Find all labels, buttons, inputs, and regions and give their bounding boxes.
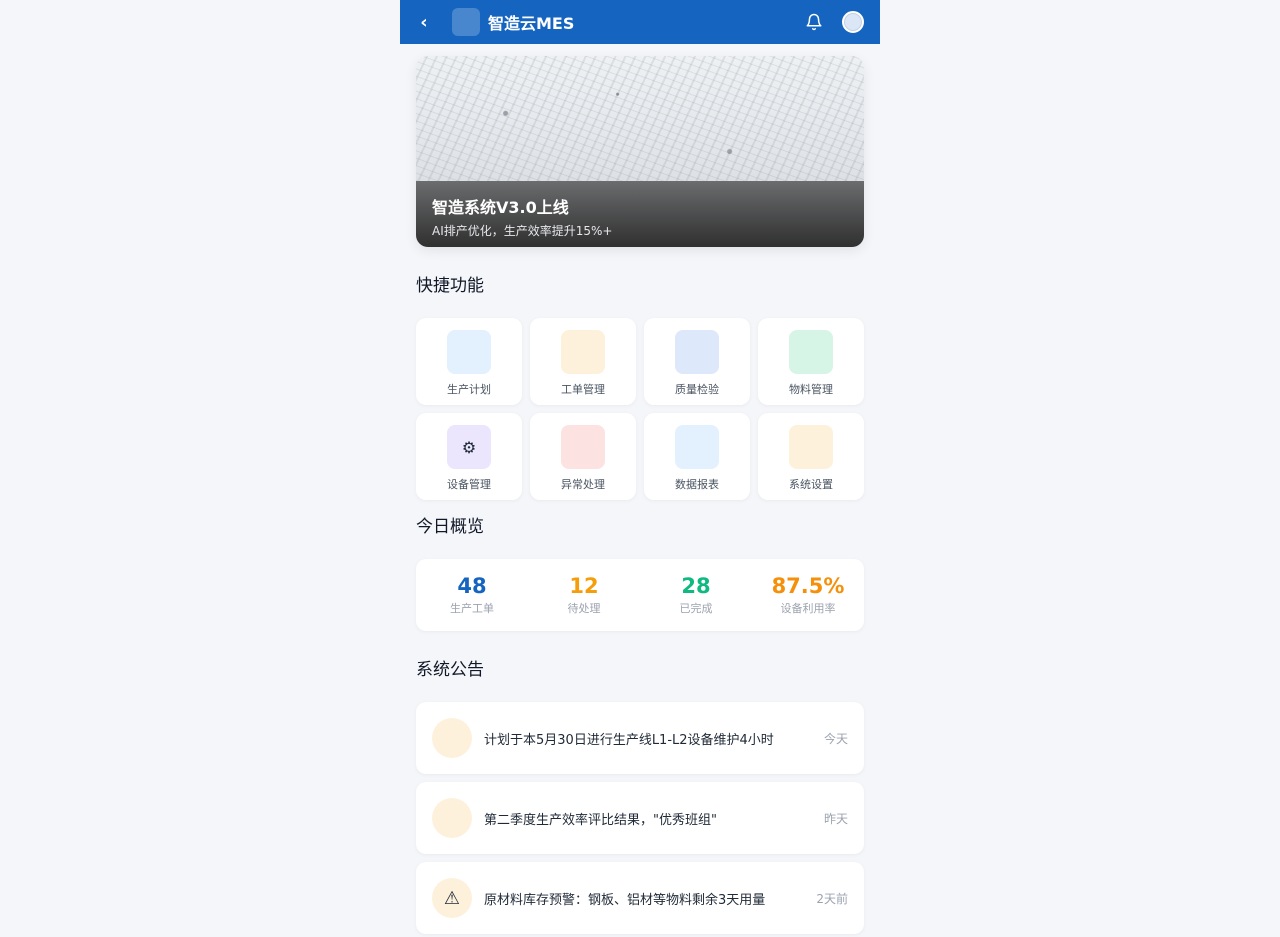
notice-time: 今天 [823,731,848,746]
quick-tile-label: 数据报表 [675,478,719,491]
app-title: 智造云MES [488,14,575,33]
logo-icon [452,8,480,36]
notices-title: 系统公告 [416,660,484,680]
stat-value: 48 [457,574,487,598]
material-icon [789,330,833,374]
quick-functions-title: 快捷功能 [416,276,484,296]
settings-icon [789,425,833,469]
quick-tile[interactable]: 数据报表 [644,413,750,500]
stat-item: 87.5% 设备利用率 [752,574,864,616]
quick-tile-label: 物料管理 [789,383,833,396]
overview-title: 今日概览 [416,517,484,537]
stat-label: 设备利用率 [780,602,836,615]
notice-text: 第二季度生产效率评比结果，"优秀班组" [484,812,717,828]
overview-stats: 48 生产工单 12 待处理 28 已完成 87.5% 设备利用率 [416,559,864,631]
stat-label: 待处理 [567,602,601,615]
banner-overlay: 智造系统V3.0上线 AI排产优化，生产效率提升15%+ [416,181,864,247]
banner-title: 智造系统V3.0上线 [432,198,569,217]
bell-icon[interactable] [804,12,824,32]
quality-icon [675,330,719,374]
notice-item[interactable]: 计划于本5月30日进行生产线L1-L2设备维护4小时 今天 [416,702,864,774]
plan-icon [447,330,491,374]
quick-tile-label: 系统设置 [789,478,833,491]
quick-tile[interactable]: 生产计划 [416,318,522,405]
avatar[interactable] [842,11,864,33]
notice-time: 昨天 [823,811,848,826]
top-bar: ‹ 智造云MES [400,0,880,44]
announcement-icon [432,798,472,838]
stat-item: 48 生产工单 [416,574,528,616]
stat-item: 12 待处理 [528,574,640,616]
notice-time: 2天前 [816,891,848,906]
alert-icon [561,425,605,469]
quick-tile[interactable]: 质量检验 [644,318,750,405]
report-icon [675,425,719,469]
workorder-icon [561,330,605,374]
quick-tile[interactable]: 异常处理 [530,413,636,500]
banner-image [416,56,864,181]
quick-tile[interactable]: 系统设置 [758,413,864,500]
notice-list: 计划于本5月30日进行生产线L1-L2设备维护4小时 今天第二季度生产效率评比结果… [416,702,864,934]
warning-icon: ⚠ [432,878,472,918]
quick-tile-label: 生产计划 [447,383,491,396]
stat-label: 生产工单 [450,602,494,615]
announcement-icon [432,718,472,758]
gear-icon: ⚙ [447,425,491,469]
notice-item[interactable]: ⚠ 原材料库存预警：钢板、铝材等物料剩余3天用量 2天前 [416,862,864,934]
notice-text: 原材料库存预警：钢板、铝材等物料剩余3天用量 [484,892,766,908]
quick-tile-label: 设备管理 [447,478,491,491]
quick-tile-label: 质量检验 [675,383,719,396]
stat-value: 12 [569,574,599,598]
promo-banner[interactable]: 智造系统V3.0上线 AI排产优化，生产效率提升15%+ [416,56,864,247]
quick-tile-label: 异常处理 [561,478,605,491]
stat-value: 28 [681,574,711,598]
quick-functions-grid: 生产计划 工单管理 质量检验 物料管理 ⚙ 设备管理 异常处理 数据报表 系统设置 [416,318,864,500]
quick-tile-label: 工单管理 [561,383,605,396]
quick-tile[interactable]: ⚙ 设备管理 [416,413,522,500]
quick-tile[interactable]: 物料管理 [758,318,864,405]
back-button[interactable]: ‹ [416,12,432,33]
stat-label: 已完成 [679,602,713,615]
stat-value: 87.5% [771,574,845,598]
main-content: 智造系统V3.0上线 AI排产优化，生产效率提升15%+ 快捷功能 生产计划 工单… [400,44,880,934]
banner-subtitle: AI排产优化，生产效率提升15%+ [432,224,613,238]
quick-tile[interactable]: 工单管理 [530,318,636,405]
notice-text: 计划于本5月30日进行生产线L1-L2设备维护4小时 [484,732,774,748]
notice-item[interactable]: 第二季度生产效率评比结果，"优秀班组" 昨天 [416,782,864,854]
stat-item: 28 已完成 [640,574,752,616]
app-container: ‹ 智造云MES 智造系统V3.0上线 AI排产优化，生产效率提升15%+ 快捷… [400,0,880,937]
